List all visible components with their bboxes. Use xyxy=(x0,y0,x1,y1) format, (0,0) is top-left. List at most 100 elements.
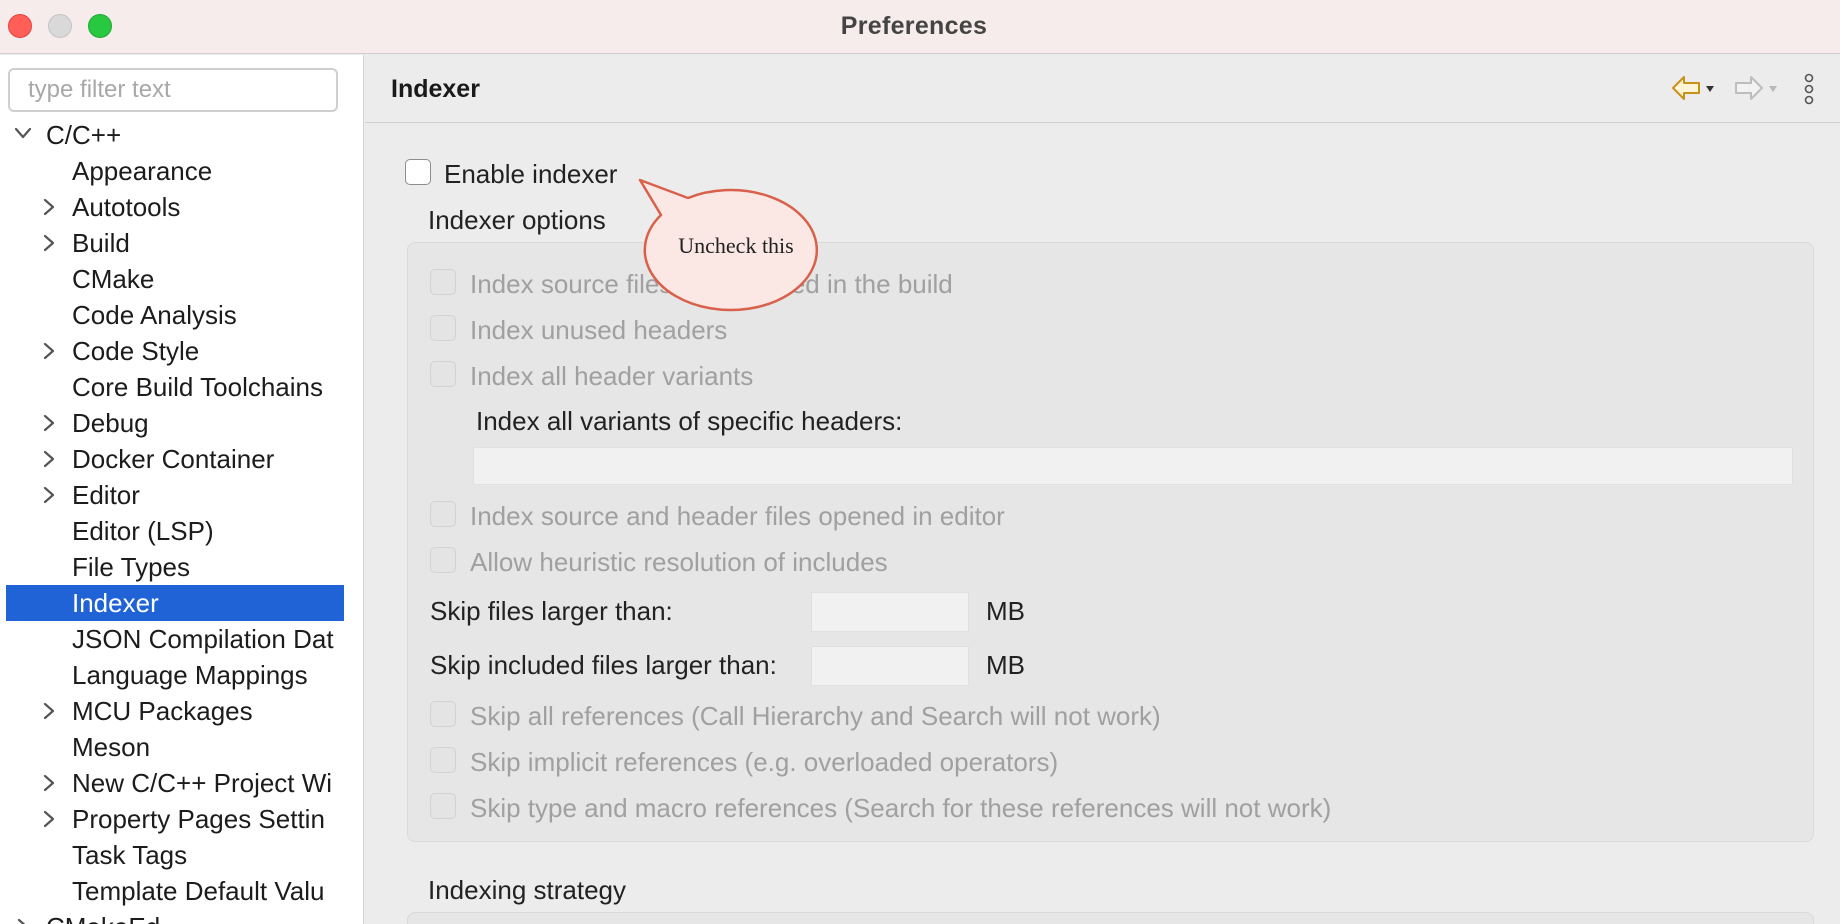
sidebar-item-code-style[interactable]: Code Style xyxy=(0,333,338,369)
specific-headers-field[interactable] xyxy=(473,447,1793,485)
sidebar-item-label: Docker Container xyxy=(72,444,275,474)
skip-files-larger-label: Skip files larger than: xyxy=(430,596,673,626)
sidebar-item-json-compilation-dat[interactable]: JSON Compilation Dat xyxy=(0,621,338,657)
chevron-right-icon[interactable] xyxy=(40,405,60,441)
chevron-down-icon[interactable] xyxy=(12,117,32,153)
sidebar-item-label: CMake xyxy=(72,264,155,294)
chevron-right-icon[interactable] xyxy=(40,225,60,261)
enable-indexer-label: Enable indexer xyxy=(444,159,618,189)
sidebar-item-language-mappings[interactable]: Language Mappings xyxy=(0,657,338,693)
index-all-variants-specific-label: Index all variants of specific headers: xyxy=(476,406,903,436)
sidebar-item-build[interactable]: Build xyxy=(0,225,338,261)
chevron-right-icon[interactable] xyxy=(40,189,60,225)
sidebar-item-label: MCU Packages xyxy=(72,696,253,726)
sidebar-item-label: C/C++ xyxy=(46,120,122,150)
index-unused-headers-checkbox[interactable] xyxy=(430,315,456,341)
sidebar-item-label: Core Build Toolchains xyxy=(72,372,323,402)
sidebar-item-editor-lsp[interactable]: Editor (LSP) xyxy=(0,513,338,549)
index-source-not-in-build-label: Index source files not included in the b… xyxy=(470,269,953,299)
preferences-tree: C/C++ Appearance Autotools Build CMake Code A… xyxy=(0,117,363,924)
sidebar-item-label: Meson xyxy=(72,732,151,762)
skip-files-larger-field[interactable] xyxy=(811,592,969,632)
chevron-right-icon[interactable] xyxy=(40,765,60,801)
sidebar-item-label: Autotools xyxy=(72,192,181,222)
skip-type-macro-references-label: Skip type and macro references (Search f… xyxy=(470,793,1332,823)
skip-all-references-label: Skip all references (Call Hierarchy and … xyxy=(470,701,1161,731)
filter-input[interactable] xyxy=(8,68,338,112)
main-panel: Indexer Enable indexer Indexer options I… xyxy=(365,55,1840,924)
skip-included-larger-unit: MB xyxy=(986,650,1025,680)
sidebar-item-label: Code Analysis xyxy=(72,300,237,330)
chevron-right-icon[interactable] xyxy=(40,801,60,837)
index-unused-headers-label: Index unused headers xyxy=(470,315,728,345)
index-all-header-variants-checkbox[interactable] xyxy=(430,361,456,387)
back-arrow-icon xyxy=(1672,76,1714,100)
skip-included-larger-label: Skip included files larger than: xyxy=(430,650,777,680)
allow-heuristic-includes-label: Allow heuristic resolution of includes xyxy=(470,547,888,577)
sidebar-item-mcu-packages[interactable]: MCU Packages xyxy=(0,693,338,729)
sidebar-item-c-c[interactable]: C/C++ xyxy=(0,117,338,153)
chevron-right-icon[interactable] xyxy=(40,333,60,369)
preferences-sidebar: C/C++ Appearance Autotools Build CMake Code A… xyxy=(0,55,364,924)
window-title: Preferences xyxy=(840,12,988,40)
sidebar-item-label: Property Pages Settin xyxy=(72,804,325,834)
sidebar-item-label: CMakeEd xyxy=(46,909,160,924)
sidebar-item-label: New C/C++ Project Wi xyxy=(72,768,333,798)
sidebar-item-editor[interactable]: Editor xyxy=(0,477,338,513)
sidebar-item-label: File Types xyxy=(72,552,191,582)
index-opened-in-editor-checkbox[interactable] xyxy=(430,501,456,527)
chevron-right-icon[interactable] xyxy=(40,693,60,729)
page-title: Indexer xyxy=(391,75,480,103)
sidebar-item-label: JSON Compilation Dat xyxy=(72,624,334,654)
skip-all-references-checkbox[interactable] xyxy=(430,701,456,727)
title-bar: Preferences xyxy=(0,0,1840,54)
sidebar-item-label: Language Mappings xyxy=(72,660,308,690)
sidebar-item-label: Template Default Valu xyxy=(72,876,325,906)
sidebar-item-label: Appearance xyxy=(72,156,213,186)
chevron-right-icon[interactable] xyxy=(40,477,60,513)
skip-implicit-references-label: Skip implicit references (e.g. overloade… xyxy=(470,747,1059,777)
sidebar-item-cmakeed[interactable]: CMakeEd xyxy=(0,909,338,924)
sidebar-item-code-analysis[interactable]: Code Analysis xyxy=(0,297,338,333)
forward-arrow-icon xyxy=(1735,76,1777,100)
sidebar-item-core-build-toolchains[interactable]: Core Build Toolchains xyxy=(0,369,338,405)
skip-implicit-references-checkbox[interactable] xyxy=(430,747,456,773)
sidebar-item-template-default-valu[interactable]: Template Default Valu xyxy=(0,873,338,909)
allow-heuristic-includes-checkbox[interactable] xyxy=(430,547,456,573)
callout-text: Uncheck this xyxy=(678,233,794,258)
skip-files-larger-unit: MB xyxy=(986,596,1025,626)
chevron-right-icon[interactable] xyxy=(40,441,60,477)
skip-type-macro-references-checkbox[interactable] xyxy=(430,793,456,819)
sidebar-item-new-c-c-project-wi[interactable]: New C/C++ Project Wi xyxy=(0,765,338,801)
sidebar-item-meson[interactable]: Meson xyxy=(0,729,338,765)
page-header: Indexer xyxy=(365,55,1840,123)
index-opened-in-editor-label: Index source and header files opened in … xyxy=(470,501,1005,531)
sidebar-item-appearance[interactable]: Appearance xyxy=(0,153,338,189)
sidebar-item-label: Editor (LSP) xyxy=(72,516,214,546)
sidebar-item-debug[interactable]: Debug xyxy=(0,405,338,441)
sidebar-item-indexer[interactable]: Indexer xyxy=(6,585,344,621)
sidebar-item-property-pages-settin[interactable]: Property Pages Settin xyxy=(0,801,338,837)
sidebar-item-cmake[interactable]: CMake xyxy=(0,261,338,297)
indexing-strategy-label: Indexing strategy xyxy=(428,875,627,905)
sidebar-item-label: Task Tags xyxy=(72,840,188,870)
sidebar-item-file-types[interactable]: File Types xyxy=(0,549,338,585)
sidebar-item-label: Editor xyxy=(72,480,140,510)
forward-button[interactable] xyxy=(1733,73,1779,103)
index-all-header-variants-label: Index all header variants xyxy=(470,361,754,391)
chevron-right-icon[interactable] xyxy=(14,909,34,924)
sidebar-item-label: Debug xyxy=(72,408,149,438)
more-options-icon[interactable] xyxy=(1801,73,1817,107)
back-button[interactable] xyxy=(1670,73,1716,103)
sidebar-item-label: Build xyxy=(72,228,130,258)
enable-indexer-checkbox[interactable] xyxy=(405,159,431,185)
skip-included-larger-field[interactable] xyxy=(811,646,969,686)
sidebar-item-label: Indexer xyxy=(72,588,159,618)
sidebar-item-label: Code Style xyxy=(72,336,200,366)
sidebar-item-task-tags[interactable]: Task Tags xyxy=(0,837,338,873)
indexer-options-label: Indexer options xyxy=(428,205,606,235)
sidebar-item-autotools[interactable]: Autotools xyxy=(0,189,338,225)
indexing-strategy-group xyxy=(407,912,1814,924)
sidebar-item-docker-container[interactable]: Docker Container xyxy=(0,441,338,477)
index-source-not-in-build-checkbox[interactable] xyxy=(430,269,456,295)
